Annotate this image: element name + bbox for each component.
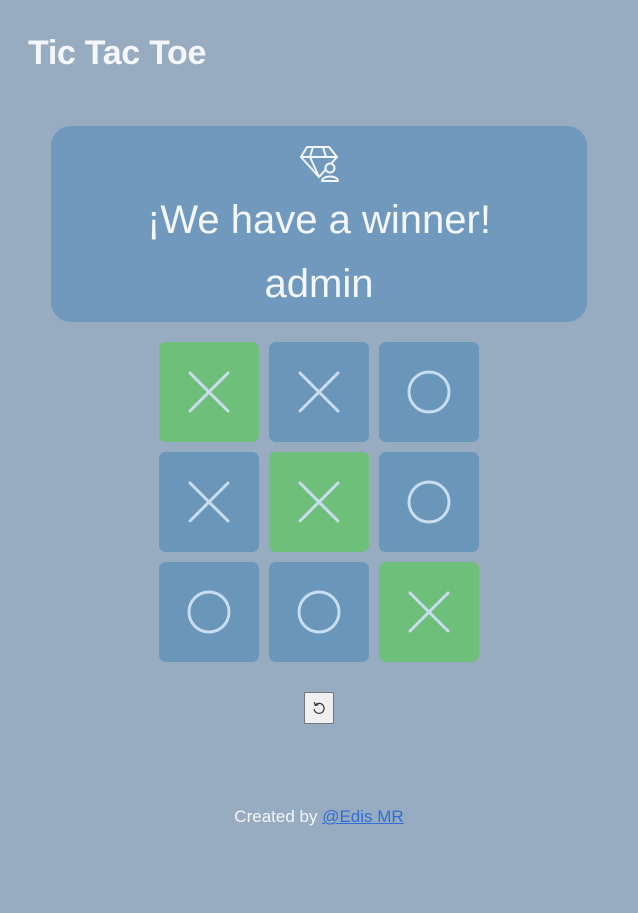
author-link[interactable]: @Edis MR xyxy=(322,807,404,826)
board-cell[interactable] xyxy=(269,342,369,442)
x-mark-icon xyxy=(408,591,450,633)
o-mark-icon xyxy=(297,590,341,634)
footer: Created by @Edis MR xyxy=(0,807,638,827)
board-cell[interactable] xyxy=(269,452,369,552)
board-cell[interactable] xyxy=(159,452,259,552)
o-mark-icon xyxy=(407,370,451,414)
page-title: Tic Tac Toe xyxy=(28,34,207,72)
board-cell[interactable] xyxy=(379,562,479,662)
winner-name: admin xyxy=(264,262,374,306)
reset-button[interactable] xyxy=(304,692,334,724)
x-mark-icon xyxy=(188,481,230,523)
x-mark-icon xyxy=(298,481,340,523)
footer-prefix: Created by xyxy=(234,807,323,826)
x-mark-icon xyxy=(298,371,340,413)
o-mark-icon xyxy=(407,480,451,524)
board-cell[interactable] xyxy=(379,452,479,552)
diamond-user-icon xyxy=(300,146,339,182)
game-board xyxy=(159,342,479,662)
undo-icon xyxy=(313,702,325,714)
board-cell[interactable] xyxy=(159,342,259,442)
board-cell[interactable] xyxy=(379,342,479,442)
winner-heading: ¡We have a winner! xyxy=(147,198,491,242)
board-cell[interactable] xyxy=(159,562,259,662)
o-mark-icon xyxy=(187,590,231,634)
x-mark-icon xyxy=(188,371,230,413)
board-cell[interactable] xyxy=(269,562,369,662)
